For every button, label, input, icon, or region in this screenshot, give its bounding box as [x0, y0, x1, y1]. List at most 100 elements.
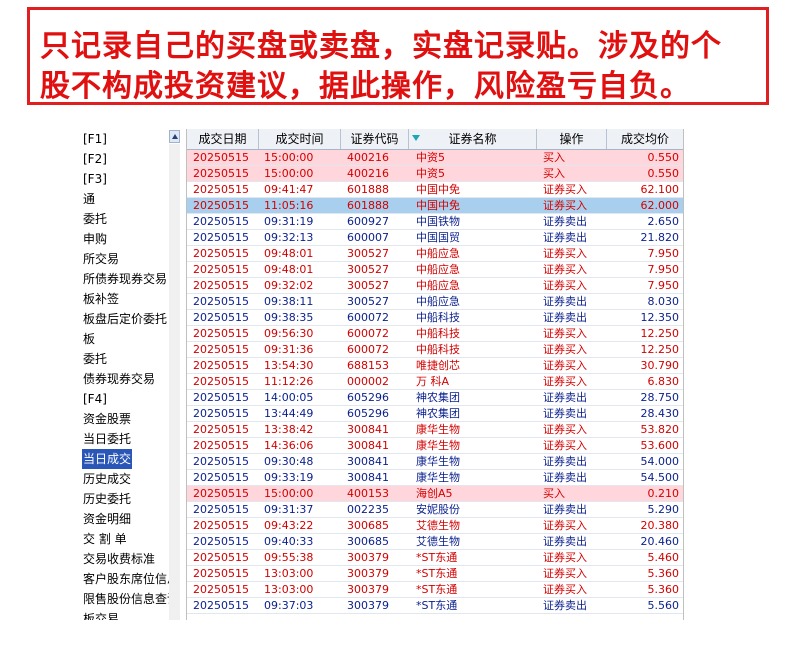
- cell-name: 神农集团: [416, 407, 460, 420]
- cell-date: 20250515: [193, 535, 249, 548]
- cell-code: 300379: [347, 599, 389, 612]
- cell-time: 15:00:00: [264, 151, 314, 164]
- table-row[interactable]: 20250515 09:40:33 300685 艾德生物 证券卖出 20.460: [187, 534, 684, 550]
- table-row[interactable]: 20250515 09:38:11 300527 中船应急 证券卖出 8.030: [187, 294, 684, 310]
- tree-item[interactable]: 资金股票: [82, 409, 132, 429]
- table-row[interactable]: 20250515 15:00:00 400216 中资5 买入 0.550: [187, 150, 684, 166]
- tree-item[interactable]: 历史委托: [82, 489, 132, 509]
- cell-date: 20250515: [193, 423, 249, 436]
- cell-name: 中船科技: [416, 327, 460, 340]
- cell-date: 20250515: [193, 199, 249, 212]
- cell-time: 09:31:36: [264, 343, 314, 356]
- table-row[interactable]: 20250515 09:31:37 002235 安妮股份 证券卖出 5.290: [187, 502, 684, 518]
- tree-item[interactable]: 所交易: [82, 249, 120, 269]
- tree-item[interactable]: 债券现券交易: [82, 369, 156, 389]
- cell-time: 09:32:02: [264, 279, 314, 292]
- tree-item[interactable]: 客户股东席位信息: [82, 569, 180, 589]
- tree-item[interactable]: 当日成交: [82, 449, 133, 469]
- table-border: [683, 129, 684, 620]
- cell-code: 600072: [347, 327, 389, 340]
- tree-item[interactable]: [F3]: [82, 169, 108, 189]
- cell-code: 601888: [347, 183, 389, 196]
- tree-item[interactable]: 所债券现券交易: [82, 269, 168, 289]
- tree-item[interactable]: 限售股份信息查询: [82, 589, 180, 609]
- cell-code: 300379: [347, 567, 389, 580]
- table-row[interactable]: 20250515 09:33:19 300841 康华生物 证券卖出 54.500: [187, 470, 684, 486]
- cell-date: 20250515: [193, 263, 249, 276]
- cell-date: 20250515: [193, 583, 249, 596]
- cell-time: 09:43:22: [264, 519, 314, 532]
- cell-date: 20250515: [193, 151, 249, 164]
- header-time[interactable]: 成交时间: [259, 129, 341, 149]
- table-row[interactable]: 20250515 09:48:01 300527 中船应急 证券买入 7.950: [187, 262, 684, 278]
- table-row[interactable]: 20250515 13:38:42 300841 康华生物 证券买入 53.820: [187, 422, 684, 438]
- cell-time: 11:05:16: [264, 199, 314, 212]
- table-row[interactable]: 20250515 14:00:05 605296 神农集团 证券卖出 28.750: [187, 390, 684, 406]
- tree-item[interactable]: 交易收费标准: [82, 549, 156, 569]
- cell-code: 688153: [347, 359, 389, 372]
- tree-item[interactable]: 申购: [82, 229, 108, 249]
- scroll-up-arrow-icon[interactable]: [169, 130, 180, 143]
- table-row[interactable]: 20250515 11:05:16 601888 中国中免 证券买入 62.000: [187, 198, 684, 214]
- tree-item[interactable]: 板: [82, 329, 96, 349]
- trade-table: 成交日期 成交时间 证券代码 证券名称 操作 成交均价 20250515 15:0…: [186, 129, 684, 620]
- cell-time: 09:38:35: [264, 311, 314, 324]
- tree-item[interactable]: 当日委托: [82, 429, 132, 449]
- table-row[interactable]: 20250515 13:03:00 300379 *ST东通 证券买入 5.360: [187, 566, 684, 582]
- tree-item[interactable]: 板交易: [82, 609, 120, 620]
- table-row[interactable]: 20250515 11:12:26 000002 万 科A 证券买入 6.830: [187, 374, 684, 390]
- table-row[interactable]: 20250515 14:36:06 300841 康华生物 证券买入 53.600: [187, 438, 684, 454]
- tree-item[interactable]: [F2]: [82, 149, 108, 169]
- table-row[interactable]: 20250515 13:44:49 605296 神农集团 证券卖出 28.430: [187, 406, 684, 422]
- table-row[interactable]: 20250515 09:31:19 600927 中国铁物 证券卖出 2.650: [187, 214, 684, 230]
- tree-scrollbar[interactable]: [169, 144, 180, 620]
- header-avg-price[interactable]: 成交均价: [607, 129, 684, 149]
- table-row[interactable]: 20250515 15:00:00 400153 海创A5 买入 0.210: [187, 486, 684, 502]
- cell-name: 中船科技: [416, 311, 460, 324]
- cell-name: 海创A5: [416, 487, 453, 500]
- cell-operation: 买入: [543, 487, 565, 500]
- table-row[interactable]: 20250515 09:43:22 300685 艾德生物 证券买入 20.380: [187, 518, 684, 534]
- tree-item[interactable]: 板补签: [82, 289, 120, 309]
- table-row[interactable]: 20250515 09:38:35 600072 中船科技 证券卖出 12.350: [187, 310, 684, 326]
- cell-code: 300379: [347, 583, 389, 596]
- tree-item[interactable]: 板盘后定价委托: [82, 309, 168, 329]
- table-row[interactable]: 20250515 09:30:48 300841 康华生物 证券卖出 54.000: [187, 454, 684, 470]
- tree-item[interactable]: 资金明细: [82, 509, 132, 529]
- disclaimer-banner: 只记录自己的买盘或卖盘，实盘记录贴。涉及的个 股不构成投资建议，据此操作，风险盈…: [27, 7, 769, 105]
- table-row[interactable]: 20250515 09:32:13 600007 中国国贸 证券卖出 21.820: [187, 230, 684, 246]
- cell-operation: 证券买入: [543, 183, 587, 196]
- table-row[interactable]: 20250515 13:03:00 300379 *ST东通 证券买入 5.360: [187, 582, 684, 598]
- cell-date: 20250515: [193, 471, 249, 484]
- table-row[interactable]: 20250515 13:54:30 688153 唯捷创芯 证券买入 30.790: [187, 358, 684, 374]
- header-code[interactable]: 证券代码: [341, 129, 409, 149]
- header-date[interactable]: 成交日期: [187, 129, 259, 149]
- cell-date: 20250515: [193, 215, 249, 228]
- tree-item[interactable]: 通: [82, 189, 96, 209]
- cell-code: 600072: [347, 343, 389, 356]
- table-row[interactable]: 20250515 15:00:00 400216 中资5 买入 0.550: [187, 166, 684, 182]
- table-row[interactable]: 20250515 09:41:47 601888 中国中免 证券买入 62.100: [187, 182, 684, 198]
- tree-item[interactable]: 委托: [82, 349, 108, 369]
- cell-code: 600007: [347, 231, 389, 244]
- table-row[interactable]: 20250515 09:31:36 600072 中船科技 证券买入 12.250: [187, 342, 684, 358]
- tree-item[interactable]: 委托: [82, 209, 108, 229]
- table-row[interactable]: 20250515 09:48:01 300527 中船应急 证券买入 7.950: [187, 246, 684, 262]
- header-name[interactable]: 证券名称: [409, 129, 537, 149]
- cell-date: 20250515: [193, 599, 249, 612]
- cell-operation: 证券买入: [543, 551, 587, 564]
- function-tree: [F1] [F2] [F3] 通委托 申购 所交易 所债券现券交易 板补签 板盘后定价委托板委托…: [80, 129, 183, 620]
- tree-item[interactable]: [F4]: [82, 389, 108, 409]
- tree-item[interactable]: 交 割 单: [82, 529, 128, 549]
- table-row[interactable]: 20250515 09:55:38 300379 *ST东通 证券买入 5.460: [187, 550, 684, 566]
- cell-avg-price: 53.600: [640, 439, 680, 452]
- cell-date: 20250515: [193, 295, 249, 308]
- cell-time: 09:31:19: [264, 215, 314, 228]
- header-operation[interactable]: 操作: [537, 129, 607, 149]
- tree-item[interactable]: [F1]: [82, 129, 108, 149]
- table-row[interactable]: 20250515 09:37:03 300379 *ST东通 证券卖出 5.560: [187, 598, 684, 614]
- table-row[interactable]: 20250515 09:32:02 300527 中船应急 证券买入 7.950: [187, 278, 684, 294]
- cell-time: 13:03:00: [264, 567, 314, 580]
- table-row[interactable]: 20250515 09:56:30 600072 中船科技 证券买入 12.250: [187, 326, 684, 342]
- tree-item[interactable]: 历史成交: [82, 469, 132, 489]
